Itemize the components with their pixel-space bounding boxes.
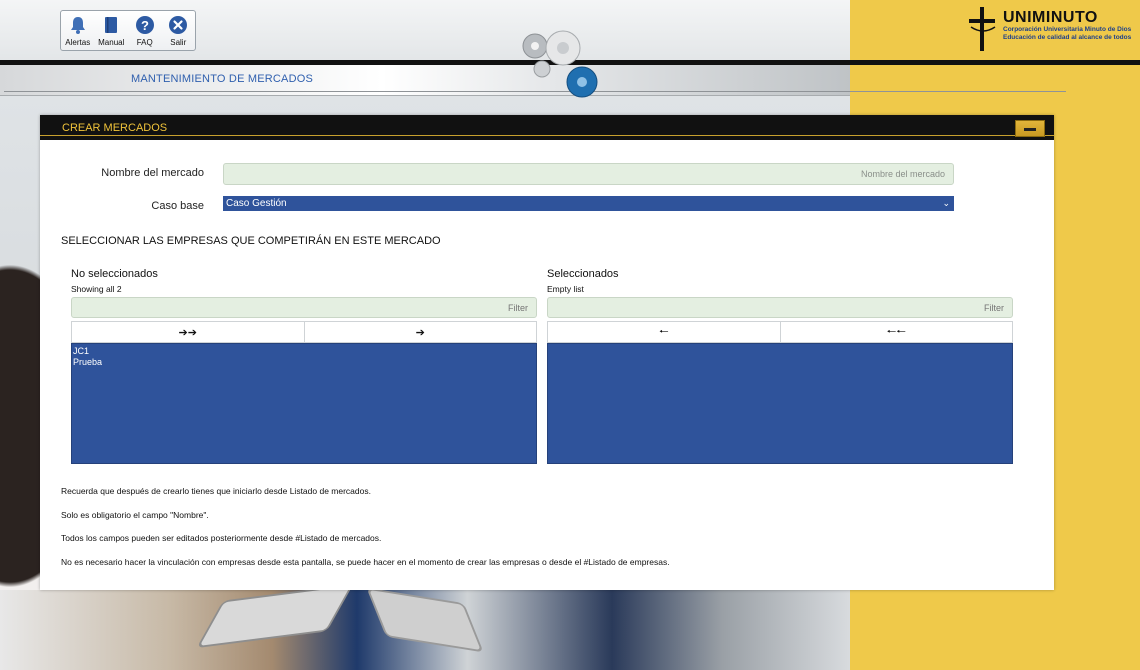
svg-text:?: ?: [141, 18, 149, 33]
logo-name: UNIMINUTO: [1003, 9, 1098, 26]
move-selected-button[interactable]: ➔: [303, 322, 536, 342]
market-name-input[interactable]: [223, 163, 954, 185]
unselected-actions: ➔➔ ➔: [71, 321, 537, 343]
selected-actions: 🠐 🠐🠐: [547, 321, 1013, 343]
base-case-label: Caso base: [151, 200, 204, 212]
panel-title: CREAR MERCADOS: [62, 122, 168, 134]
exit-label: Salir: [170, 38, 187, 47]
note-text: No es necesario hacer la vinculación con…: [61, 557, 670, 567]
remove-all-button[interactable]: 🠐🠐: [779, 322, 1012, 342]
manual-button[interactable]: Manual: [95, 14, 127, 47]
note-text: Recuerda que después de crearlo tienes q…: [61, 486, 371, 496]
top-toolbar: Alertas Manual ? FAQ Salir: [60, 10, 196, 51]
selected-info: Empty list: [547, 284, 584, 294]
exit-button[interactable]: Salir: [162, 14, 194, 47]
selected-filter-input[interactable]: [547, 297, 1013, 318]
unselected-info: Showing all 2: [71, 284, 122, 294]
manual-label: Manual: [98, 38, 125, 47]
panel-header-line: [40, 135, 1054, 136]
header-section-bar: MANTENIMIENTO DE MERCADOS: [0, 65, 1066, 96]
market-name-label: Nombre del mercado: [101, 167, 204, 179]
list-item[interactable]: JC1: [73, 346, 535, 357]
double-arrow-left-icon: 🠐🠐: [886, 325, 906, 338]
gears-icon: [522, 30, 598, 98]
question-icon: ?: [134, 14, 156, 36]
arrow-right-icon: ➔: [415, 326, 425, 339]
bell-icon: [67, 14, 89, 36]
logo-tagline: Educación de calidad al alcance de todos: [1003, 34, 1132, 41]
unselected-listbox[interactable]: JC1 Prueba: [71, 343, 537, 464]
collapse-button[interactable]: [1015, 120, 1045, 137]
base-case-value: Caso Gestión: [226, 198, 287, 209]
arrow-left-icon: 🠐: [658, 325, 669, 338]
alerts-label: Alertas: [65, 38, 91, 47]
uniminuto-logo: UNIMINUTO Corporación Universitaria Minu…: [965, 5, 1140, 55]
companies-section-title: SELECCIONAR LAS EMPRESAS QUE COMPETIRÁN …: [61, 235, 441, 247]
cross-logo-icon: [969, 7, 996, 51]
unselected-filter-input[interactable]: [71, 297, 537, 318]
faq-button[interactable]: ? FAQ: [129, 14, 161, 47]
double-arrow-right-icon: ➔➔: [178, 326, 197, 339]
note-text: Todos los campos pueden ser editados pos…: [61, 533, 382, 543]
list-item[interactable]: Prueba: [73, 357, 535, 368]
section-title: MANTENIMIENTO DE MERCADOS: [131, 73, 314, 85]
remove-selected-button[interactable]: 🠐: [548, 322, 780, 342]
note-text: Solo es obligatorio el campo "Nombre".: [61, 510, 209, 520]
selected-companies: Seleccionados Empty list 🠐 🠐🠐: [547, 268, 1013, 464]
logo-subtitle: Corporación Universitaria Minuto de Dios: [1003, 26, 1132, 33]
close-circle-icon: [167, 14, 189, 36]
selected-listbox[interactable]: [547, 343, 1013, 464]
base-case-select[interactable]: Caso Gestión ⌄: [223, 196, 954, 211]
create-market-panel: CREAR MERCADOS Nombre del mercado Caso b…: [40, 115, 1054, 590]
book-icon: [100, 14, 122, 36]
unselected-companies: No seleccionados Showing all 2 ➔➔ ➔ JC1 …: [71, 268, 537, 464]
panel-header: CREAR MERCADOS: [40, 115, 1054, 140]
faq-label: FAQ: [136, 38, 153, 47]
unselected-title: No seleccionados: [71, 268, 158, 280]
alerts-button[interactable]: Alertas: [62, 14, 94, 47]
chevron-down-icon: ⌄: [942, 198, 950, 208]
minus-icon: [1024, 128, 1036, 131]
selected-title: Seleccionados: [547, 268, 619, 280]
move-all-button[interactable]: ➔➔: [72, 322, 304, 342]
